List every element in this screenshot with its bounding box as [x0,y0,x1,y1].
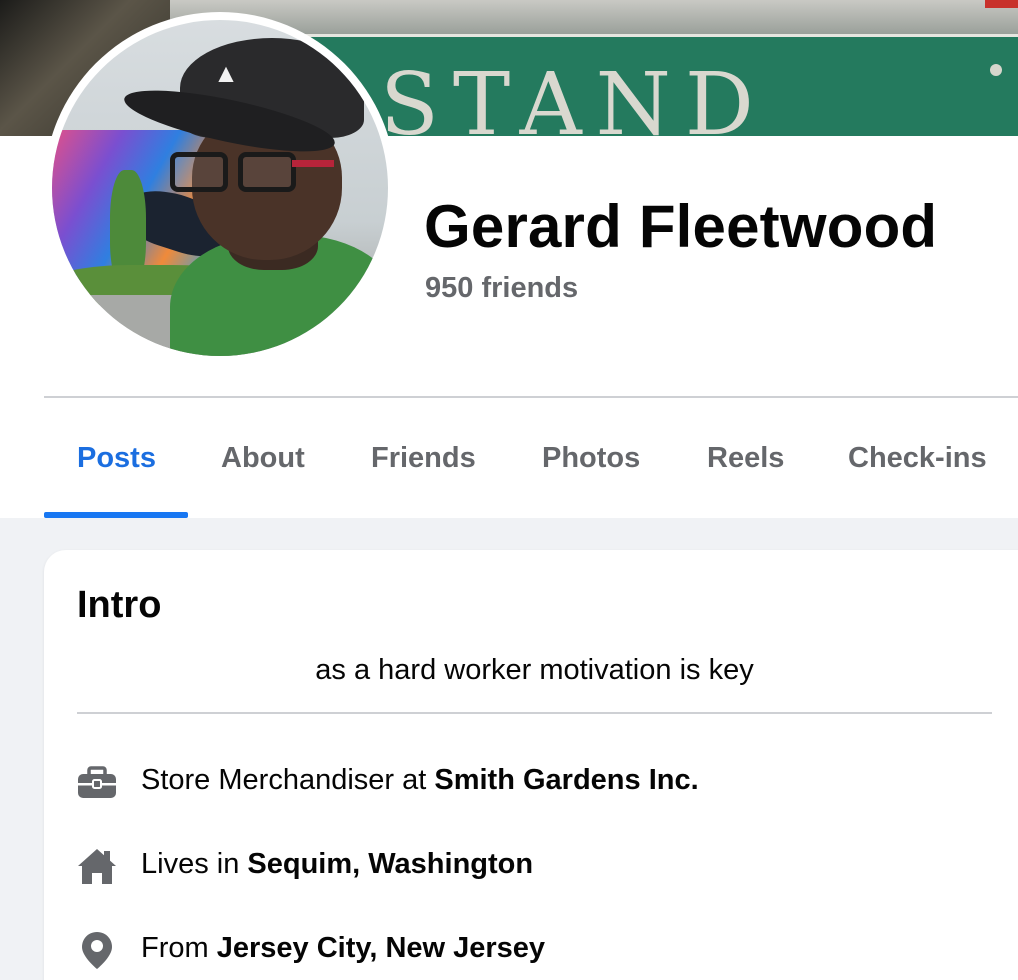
intro-work-text: Store Merchandiser at Smith Gardens Inc. [141,764,699,797]
tab-reels[interactable]: Reels [707,442,784,475]
home-icon [77,846,117,886]
intro-work-prefix: Store Merchandiser at [141,764,435,796]
intro-work-row: Store Merchandiser at Smith Gardens Inc. [77,758,992,802]
intro-card: Intro as a hard worker motivation is key… [44,550,1018,980]
briefcase-icon [77,762,117,802]
intro-lives-row: Lives in Sequim, Washington [77,842,992,886]
friends-count-link[interactable]: 950 friends [425,272,578,305]
avatar-glasses-right [238,152,296,192]
profile-page: STAND ▲ Gerard Fleetwood 950 friends Pos… [0,0,1018,980]
tab-photos[interactable]: Photos [542,442,640,475]
intro-divider [77,712,992,714]
profile-tabs: Posts About Friends Photos Reels Check-i… [44,398,1018,518]
avatar-glasses-left [170,152,228,192]
tab-about[interactable]: About [221,442,305,475]
cap-logo-icon: ▲ [213,58,239,88]
tab-friends[interactable]: Friends [371,442,476,475]
intro-from-prefix: From [141,932,217,964]
cover-photo-red-strip [985,0,1018,8]
profile-avatar[interactable]: ▲ [44,12,396,364]
profile-header: ▲ Gerard Fleetwood 950 friends Posts Abo… [0,12,1018,518]
tab-check-ins[interactable]: Check-ins [848,442,987,475]
cover-sign-text: STAND [380,55,768,136]
avatar-photo: ▲ [52,20,388,356]
intro-lives-text: Lives in Sequim, Washington [141,848,533,881]
intro-bio: as a hard worker motivation is key [315,654,754,686]
tab-posts[interactable]: Posts [77,442,156,475]
intro-from-row: From Jersey City, New Jersey [77,926,992,970]
active-tab-indicator [44,512,188,518]
location-pin-icon [77,930,117,970]
profile-name: Gerard Fleetwood [424,193,938,260]
intro-lives-location-link[interactable]: Sequim, Washington [247,848,533,880]
avatar-glasses-arm [292,160,334,167]
cover-photo-dot [990,64,1002,76]
intro-lives-prefix: Lives in [141,848,248,880]
intro-title: Intro [77,584,162,626]
intro-from-location-link[interactable]: Jersey City, New Jersey [217,932,545,964]
intro-work-employer-link[interactable]: Smith Gardens Inc. [434,764,698,796]
intro-from-text: From Jersey City, New Jersey [141,932,545,965]
